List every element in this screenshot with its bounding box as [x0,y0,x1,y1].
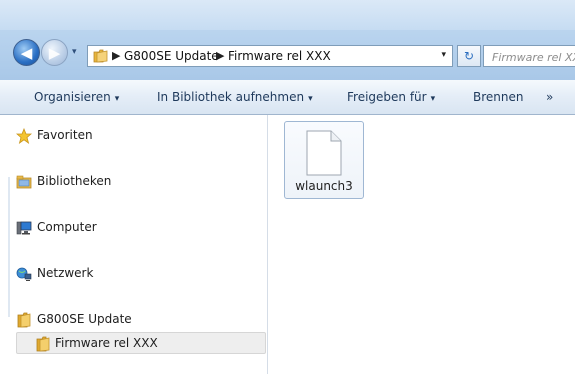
arrow-left-icon: ◀ [20,44,33,62]
sidebar-item-label: Computer [37,220,97,234]
sidebar-item-computer[interactable]: Computer [16,217,266,239]
burn-button[interactable]: Brennen [473,90,523,104]
chevron-down-icon: ▾ [114,94,120,104]
breadcrumb-firmware-rel-xxx[interactable]: Firmware rel XXX [228,49,331,63]
include-in-library-menu[interactable]: In Bibliothek aufnehmen ▾ [157,90,313,104]
sidebar-item-label: Netzwerk [37,266,94,280]
folder-icon [36,336,50,352]
libraries-icon [16,175,32,189]
organize-label: Organisieren [34,90,111,104]
breadcrumb-g800se-update[interactable]: G800SE Update [124,49,219,63]
address-bar[interactable]: ▶ G800SE Update ▶ Firmware rel XXX ▾ [87,45,453,67]
breadcrumb-separator[interactable]: ▶ [112,49,120,62]
computer-icon [16,221,32,235]
arrow-right-icon: ▶ [48,44,61,62]
address-dropdown-icon[interactable]: ▾ [441,50,446,60]
breadcrumb-separator[interactable]: ▶ [216,49,224,62]
forward-button[interactable]: ▶ [41,39,68,66]
folder-icon [93,49,108,63]
sidebar-item-label: G800SE Update [37,312,132,326]
organize-menu[interactable]: Organisieren ▾ [34,90,119,104]
star-icon [16,128,32,144]
network-icon [16,267,32,281]
refresh-icon: ↻ [463,49,475,63]
sidebar-item-label: Bibliotheken [37,174,112,188]
navigation-pane: Favoriten Bibliotheken Computer Netzwerk [0,115,267,374]
sidebar-item-g800se-update[interactable]: G800SE Update [16,309,266,331]
sidebar-item-label: Favoriten [37,128,93,142]
generic-file-icon [306,130,342,176]
chevron-down-icon: ▾ [308,94,313,104]
sidebar-item-libraries[interactable]: Bibliotheken [16,171,266,193]
file-name: wlaunch3 [295,179,353,193]
share-with-menu[interactable]: Freigeben für ▾ [347,90,435,104]
folder-icon [17,312,31,328]
back-button[interactable]: ◀ [13,39,40,66]
file-item-wlaunch3[interactable]: wlaunch3 [284,121,364,199]
sidebar-item-network[interactable]: Netzwerk [16,263,266,285]
file-list: wlaunch3 [268,115,575,374]
sidebar-item-firmware-rel-xxx[interactable]: Firmware rel XXX [16,332,266,354]
search-box[interactable] [483,45,575,67]
recent-pages-dropdown[interactable]: ▾ [72,47,77,57]
include-in-library-label: In Bibliothek aufnehmen [157,90,305,104]
window-titlebar: ◀ ▶ ▾ ▶ G800SE Update ▶ Firmware rel XXX… [0,0,575,80]
sidebar-item-label: Firmware rel XXX [55,336,158,350]
chevron-down-icon: ▾ [430,94,436,104]
search-input[interactable] [490,48,575,66]
sidebar-item-favorites[interactable]: Favoriten [16,125,266,147]
share-with-label: Freigeben für [347,90,427,104]
sidebar-divider-line [8,177,10,317]
command-bar: Organisieren ▾ In Bibliothek aufnehmen ▾ F… [0,80,575,115]
more-commands-button[interactable]: » [546,90,553,104]
refresh-button[interactable]: ↻ [457,45,481,67]
